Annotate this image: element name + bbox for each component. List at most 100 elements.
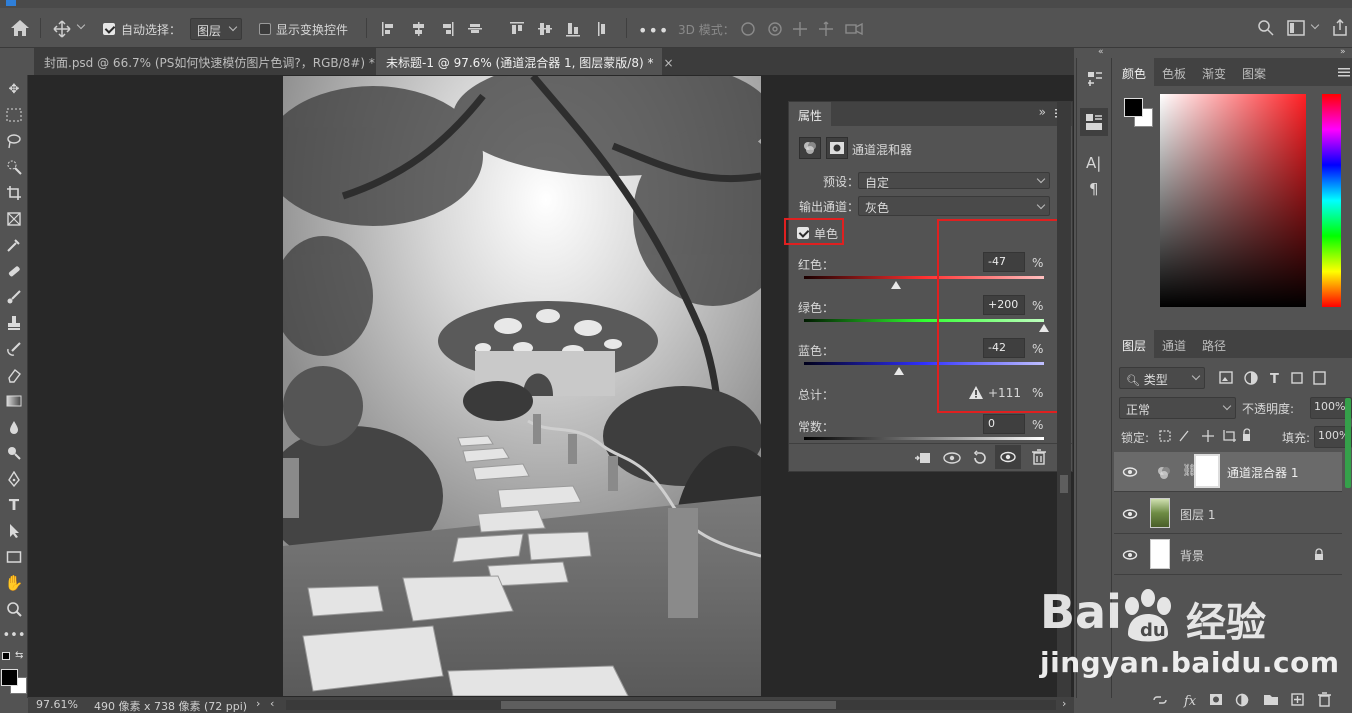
eye-icon[interactable]	[1122, 466, 1138, 478]
tab-gradients[interactable]: 渐变	[1194, 58, 1234, 86]
layer-mask-thumbnail[interactable]	[1194, 454, 1220, 488]
preset-dropdown[interactable]: 自定	[858, 172, 1050, 190]
quick-select-tool-icon[interactable]	[4, 157, 24, 177]
chevron-down-icon[interactable]	[1310, 20, 1320, 30]
move-tool-icon[interactable]	[52, 19, 72, 42]
layer-row[interactable]: 图层 1	[1114, 494, 1342, 534]
more-tools-icon[interactable]: •••	[3, 625, 26, 645]
properties-title[interactable]: 属性	[789, 102, 832, 126]
horizontal-scrollbar[interactable]	[286, 700, 1056, 710]
tab-document-1[interactable]: 封面.psd @ 66.7% (PS如何快速模仿图片色调?，RGB/8#) *×	[34, 48, 395, 75]
default-colors-icon[interactable]	[2, 652, 10, 660]
collapse-arrows-icon[interactable]: »	[1340, 47, 1346, 57]
eye-icon[interactable]	[1122, 508, 1138, 520]
layers-footer: fx	[1114, 690, 1352, 713]
layers-panel-tabs: 图层 通道 路径	[1114, 330, 1352, 358]
chevron-down-icon[interactable]	[76, 20, 86, 30]
monochrome-highlight	[784, 218, 844, 245]
eraser-tool-icon[interactable]	[4, 365, 24, 385]
chevron-right-icon[interactable]: ›	[256, 697, 260, 710]
history-icon[interactable]	[1086, 70, 1104, 88]
path-select-tool-icon[interactable]	[4, 521, 24, 541]
auto-select-dropdown[interactable]: 图层	[190, 18, 242, 40]
color-picker-field[interactable]	[1160, 94, 1306, 307]
visibility-toggle[interactable]	[995, 445, 1021, 469]
auto-select-checkbox[interactable]	[103, 23, 115, 35]
status-bar: 97.61% 490 像素 x 738 像素 (72 ppi) › ‹ ›	[28, 697, 1074, 713]
search-icon[interactable]	[1257, 19, 1275, 40]
pen-tool-icon[interactable]	[4, 469, 24, 489]
chevron-left-icon[interactable]: ‹	[270, 697, 274, 710]
clip-to-layer-icon[interactable]	[914, 450, 932, 466]
tab-patterns[interactable]: 图案	[1234, 58, 1274, 86]
crop-tool-icon[interactable]	[4, 183, 24, 203]
workspace-icon[interactable]	[1287, 20, 1305, 39]
constant-slider-track[interactable]	[804, 437, 1044, 440]
brush-tool-icon[interactable]	[4, 287, 24, 307]
eye-icon[interactable]	[1122, 549, 1138, 561]
healing-brush-tool-icon[interactable]	[4, 261, 24, 281]
frame-tool-icon[interactable]	[4, 209, 24, 229]
chevron-right-icon[interactable]: ›	[1062, 697, 1066, 710]
reset-icon[interactable]	[972, 450, 988, 466]
close-icon[interactable]: ×	[663, 56, 673, 70]
red-slider-thumb[interactable]	[890, 281, 901, 289]
layers-scrollbar[interactable]	[1344, 398, 1352, 498]
constant-value-input[interactable]: 0	[983, 414, 1025, 434]
eyedropper-tool-icon[interactable]	[4, 235, 24, 255]
layer-filter-icons[interactable]: T	[1218, 370, 1338, 389]
rectangle-tool-icon[interactable]	[4, 547, 24, 567]
layer-mask-icon[interactable]	[826, 137, 848, 159]
svg-text:fx: fx	[1183, 694, 1197, 709]
blur-tool-icon[interactable]	[4, 417, 24, 437]
red-label: 红色：	[798, 258, 835, 272]
share-icon[interactable]	[1332, 18, 1348, 40]
show-transform-label: 显示变换控件	[276, 23, 349, 37]
panel-menu-icon[interactable]	[1338, 66, 1350, 81]
zoom-level[interactable]: 97.61%	[36, 698, 78, 711]
expand-icon[interactable]: »	[1039, 105, 1046, 119]
dodge-tool-icon[interactable]	[4, 443, 24, 463]
stamp-tool-icon[interactable]	[4, 313, 24, 333]
gradient-tool-icon[interactable]	[4, 391, 24, 411]
blend-mode-dropdown[interactable]: 正常	[1119, 397, 1236, 419]
more-options-icon[interactable]: •••	[638, 21, 669, 40]
view-previous-icon[interactable]	[942, 450, 962, 466]
opacity-label: 不透明度:	[1242, 402, 1295, 416]
hand-tool-icon[interactable]: ✋	[4, 573, 24, 593]
layer-row[interactable]: ⛓ 通道混合器 1	[1114, 452, 1342, 492]
tab-document-2[interactable]: 未标题-1 @ 97.6% (通道混合器 1, 图层蒙版/8) * ×	[376, 48, 674, 75]
align-icons[interactable]	[380, 20, 620, 41]
swap-colors-icon[interactable]: ⇆	[15, 650, 23, 661]
tab-paths[interactable]: 路径	[1194, 330, 1234, 358]
lock-icons[interactable]	[1158, 428, 1251, 447]
type-tool-icon[interactable]: T	[4, 495, 24, 515]
collapse-arrows-icon[interactable]: «	[1098, 47, 1104, 57]
tab-color[interactable]: 颜色	[1114, 58, 1155, 86]
tab-layers[interactable]: 图层	[1114, 330, 1155, 358]
blue-slider-thumb[interactable]	[893, 367, 904, 375]
history-brush-tool-icon[interactable]	[4, 339, 24, 359]
character-icon[interactable]: A|	[1086, 154, 1101, 172]
output-channel-label: 输出通道：	[799, 200, 860, 214]
marquee-tool-icon[interactable]	[4, 105, 24, 125]
output-channel-dropdown[interactable]: 灰色	[858, 196, 1050, 216]
lasso-tool-icon[interactable]	[4, 131, 24, 151]
home-icon[interactable]	[10, 19, 30, 40]
layer-row[interactable]: 背景	[1114, 535, 1342, 575]
foreground-color-swatch[interactable]	[1124, 98, 1143, 117]
layer-filter-dropdown[interactable]: 🔍︎ 类型	[1119, 367, 1205, 389]
move-tool-icon[interactable]: ✥	[4, 79, 24, 99]
zoom-tool-icon[interactable]	[4, 599, 24, 619]
foreground-color-swatch[interactable]	[1, 669, 18, 686]
document-info[interactable]: 490 像素 x 738 像素 (72 ppi)	[94, 698, 247, 713]
trash-icon[interactable]	[1032, 449, 1046, 465]
hue-slider[interactable]	[1322, 94, 1341, 307]
properties-strip-button[interactable]	[1080, 108, 1108, 136]
3d-mode-icons	[738, 19, 868, 42]
mode-3d-label: 3D 模式：	[678, 23, 735, 37]
tab-channels[interactable]: 通道	[1154, 330, 1194, 358]
show-transform-checkbox[interactable]	[259, 23, 271, 35]
tab-swatches[interactable]: 色板	[1154, 58, 1194, 86]
paragraph-icon[interactable]: ¶	[1089, 180, 1099, 198]
